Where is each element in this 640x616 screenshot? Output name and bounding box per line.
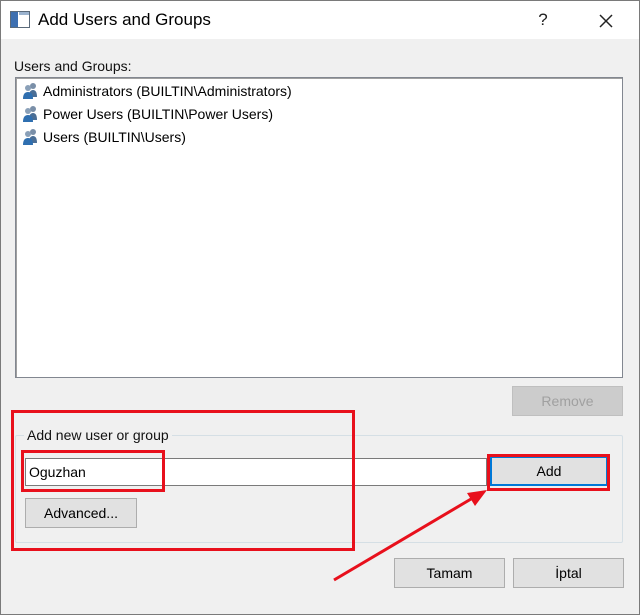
add-users-and-groups-dialog: Add Users and Groups ? Users and Groups:…: [0, 0, 640, 615]
annotation-arrow: [333, 490, 487, 582]
